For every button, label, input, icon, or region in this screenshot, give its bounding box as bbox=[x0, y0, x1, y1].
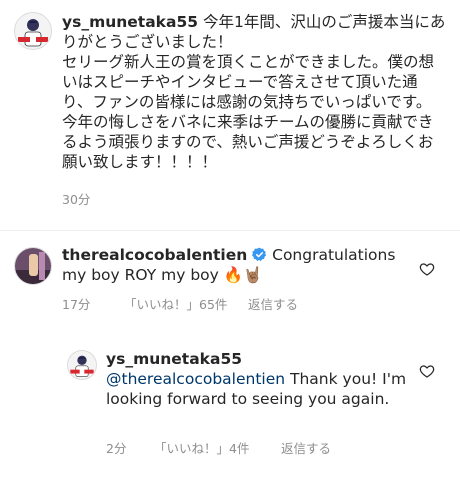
reply-meta: 2分 「いいね！」4件 返信する bbox=[106, 441, 331, 457]
reply-time: 2分 bbox=[106, 441, 127, 456]
post-meta: 30分 bbox=[62, 192, 90, 208]
post-avatar[interactable] bbox=[14, 12, 52, 50]
post-username[interactable]: ys_munetaka55 bbox=[62, 13, 198, 31]
reply-text: ys_munetaka55 @therealcocobalentien Than… bbox=[106, 349, 411, 409]
comment-avatar[interactable] bbox=[14, 247, 52, 285]
reply-avatar[interactable] bbox=[67, 350, 97, 380]
reply-mention[interactable]: @therealcocobalentien bbox=[106, 370, 285, 388]
comment-emoji: 🔥🤘🏽 bbox=[223, 266, 263, 284]
comment-likes[interactable]: 「いいね！」65件 bbox=[124, 297, 244, 313]
post-caption-text: 今年1年間、沢山のご声援本当にありがとうございました！ セリーグ新人王の賞を頂く… bbox=[62, 13, 446, 171]
comment-text: therealcocobalentien Congratulations my … bbox=[62, 245, 412, 285]
comment-time: 17分 bbox=[62, 297, 91, 312]
post-time: 30分 bbox=[62, 192, 91, 207]
comment-username[interactable]: therealcocobalentien bbox=[62, 246, 247, 264]
like-icon[interactable] bbox=[419, 261, 435, 277]
reply-username[interactable]: ys_munetaka55 bbox=[106, 349, 411, 369]
verified-badge-icon bbox=[252, 247, 267, 261]
reply-reply-button[interactable]: 返信する bbox=[281, 441, 331, 457]
post-caption: ys_munetaka55 今年1年間、沢山のご声援本当にありがとうございました… bbox=[62, 12, 447, 172]
comment-meta: 17分 「いいね！」65件 返信する bbox=[62, 297, 298, 313]
reply-like-icon[interactable] bbox=[419, 363, 435, 379]
divider bbox=[0, 230, 460, 231]
comment-reply-button[interactable]: 返信する bbox=[248, 297, 298, 313]
reply-likes[interactable]: 「いいね！」4件 bbox=[154, 441, 277, 457]
